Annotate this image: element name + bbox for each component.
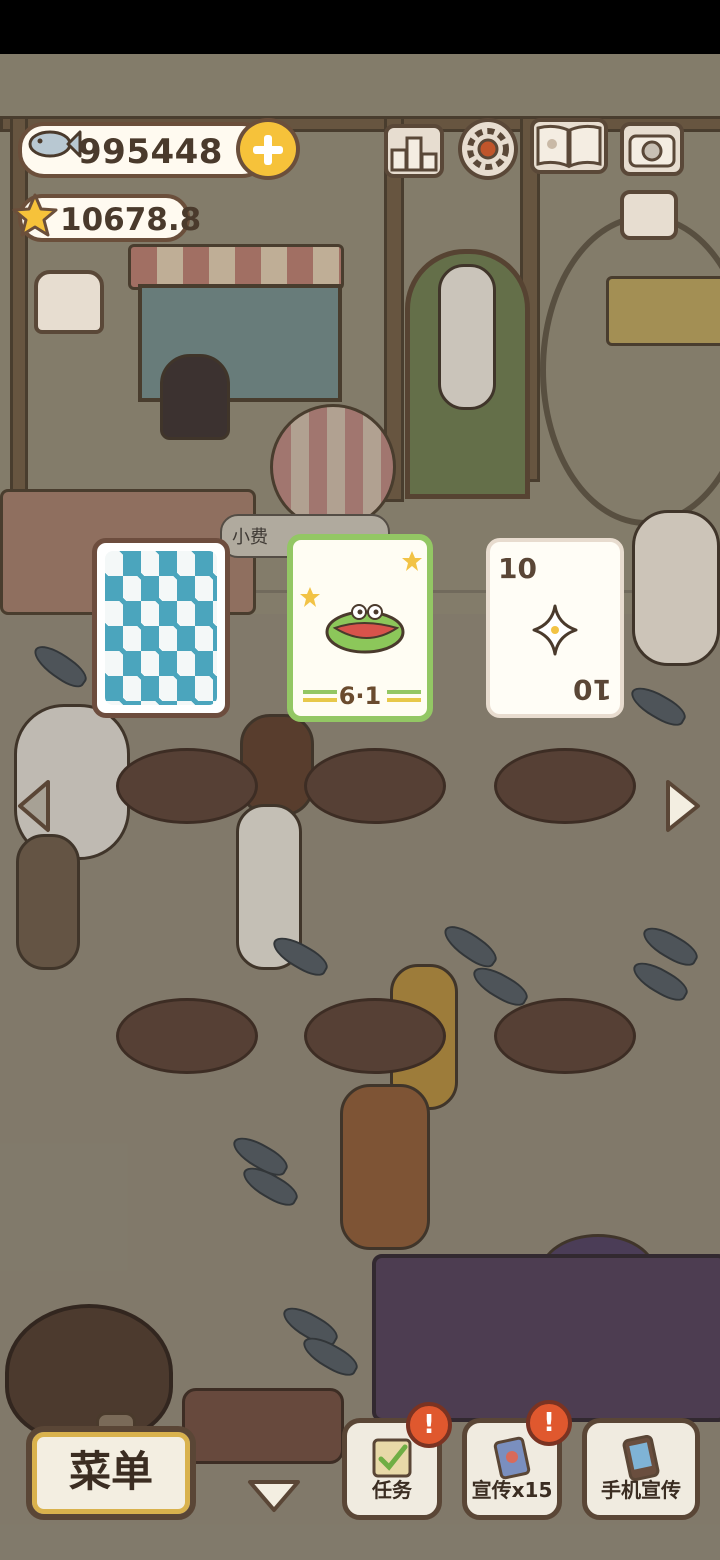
phone-promote-button-label: 手机宣传 bbox=[601, 1478, 681, 1502]
promote-button-label: 宣传x15 bbox=[471, 1478, 553, 1502]
brown-rabbit-customer[interactable] bbox=[16, 834, 80, 970]
cafe-scene: 小费 bbox=[0, 54, 720, 1560]
shop-house-icon[interactable] bbox=[34, 270, 104, 334]
fish-coin[interactable] bbox=[626, 680, 690, 732]
camera-icon[interactable] bbox=[620, 122, 684, 176]
fish-coin[interactable] bbox=[28, 638, 92, 694]
tip-bubble-text: 小费 bbox=[232, 527, 268, 548]
photo-album-icon[interactable] bbox=[620, 190, 678, 240]
star-icon bbox=[402, 551, 422, 571]
status-bar bbox=[0, 0, 720, 54]
alert-symbol: ! bbox=[543, 1408, 555, 1438]
promote-alert-icon: ! bbox=[526, 1400, 572, 1446]
table-top bbox=[494, 998, 636, 1074]
table-top bbox=[116, 748, 258, 824]
star-icon bbox=[300, 587, 320, 607]
cauldron bbox=[5, 1304, 173, 1442]
chevron-down-icon[interactable] bbox=[244, 1476, 304, 1516]
table-top bbox=[304, 998, 446, 1074]
book-icon bbox=[536, 124, 602, 169]
card-number-bottom: 10 bbox=[573, 673, 612, 706]
card-face-down[interactable] bbox=[92, 538, 230, 718]
table-top bbox=[494, 748, 636, 824]
cupcake-table[interactable] bbox=[304, 748, 446, 874]
arrow-right-icon[interactable] bbox=[662, 776, 704, 836]
add-currency-button[interactable] bbox=[236, 118, 300, 180]
sparkle-icon bbox=[532, 604, 578, 656]
star-icon bbox=[12, 193, 58, 237]
phone-promote-button[interactable]: 手机宣传 bbox=[582, 1418, 700, 1520]
star-count: 10678.8 bbox=[60, 202, 202, 238]
task-alert-icon: ! bbox=[406, 1402, 452, 1448]
card-score: 6·1 bbox=[338, 682, 382, 710]
ranking-podium-icon[interactable] bbox=[384, 124, 444, 178]
menu-sign bbox=[606, 276, 720, 346]
menu-button[interactable]: 菜单 bbox=[26, 1426, 196, 1520]
recipe-book-icon[interactable] bbox=[530, 118, 608, 174]
fish-currency-bar: 995448 bbox=[18, 122, 268, 178]
star-currency-bar: 10678.8 bbox=[12, 193, 201, 242]
table-top bbox=[304, 748, 446, 824]
camera-lens-icon bbox=[628, 134, 676, 168]
hot-air-balloon bbox=[270, 404, 396, 530]
fish-count: 995448 bbox=[78, 132, 223, 172]
floor-cushion bbox=[182, 1388, 344, 1464]
cupcake-table[interactable] bbox=[116, 748, 258, 874]
crocodile-icon bbox=[325, 604, 405, 654]
gear-icon bbox=[467, 128, 509, 170]
fish-icon bbox=[28, 130, 82, 158]
cat-customer-right[interactable] bbox=[632, 510, 720, 666]
diamond-pattern-icon bbox=[105, 551, 217, 705]
white-rabbit-customer[interactable] bbox=[438, 264, 496, 410]
fish-coin[interactable] bbox=[438, 918, 502, 974]
arrow-left-icon[interactable] bbox=[14, 776, 54, 836]
number-card[interactable]: 10 10 bbox=[486, 538, 624, 718]
cupcake-table[interactable] bbox=[304, 998, 446, 1124]
cupcake-table[interactable] bbox=[494, 998, 636, 1124]
cupcake-table[interactable] bbox=[116, 998, 258, 1124]
podium-icon bbox=[390, 136, 438, 172]
card-number-top: 10 bbox=[498, 552, 537, 585]
cupcake-table[interactable] bbox=[494, 748, 636, 874]
menu-button-label: 菜单 bbox=[68, 1447, 153, 1496]
table-top bbox=[116, 998, 258, 1074]
task-button-label: 任务 bbox=[372, 1478, 412, 1502]
alert-symbol: ! bbox=[423, 1410, 435, 1440]
settings-gear-icon[interactable] bbox=[458, 118, 518, 180]
black-cat-customer[interactable] bbox=[160, 354, 230, 440]
crocodile-card[interactable]: 6·1 bbox=[287, 534, 433, 722]
witch-bench bbox=[372, 1254, 720, 1422]
